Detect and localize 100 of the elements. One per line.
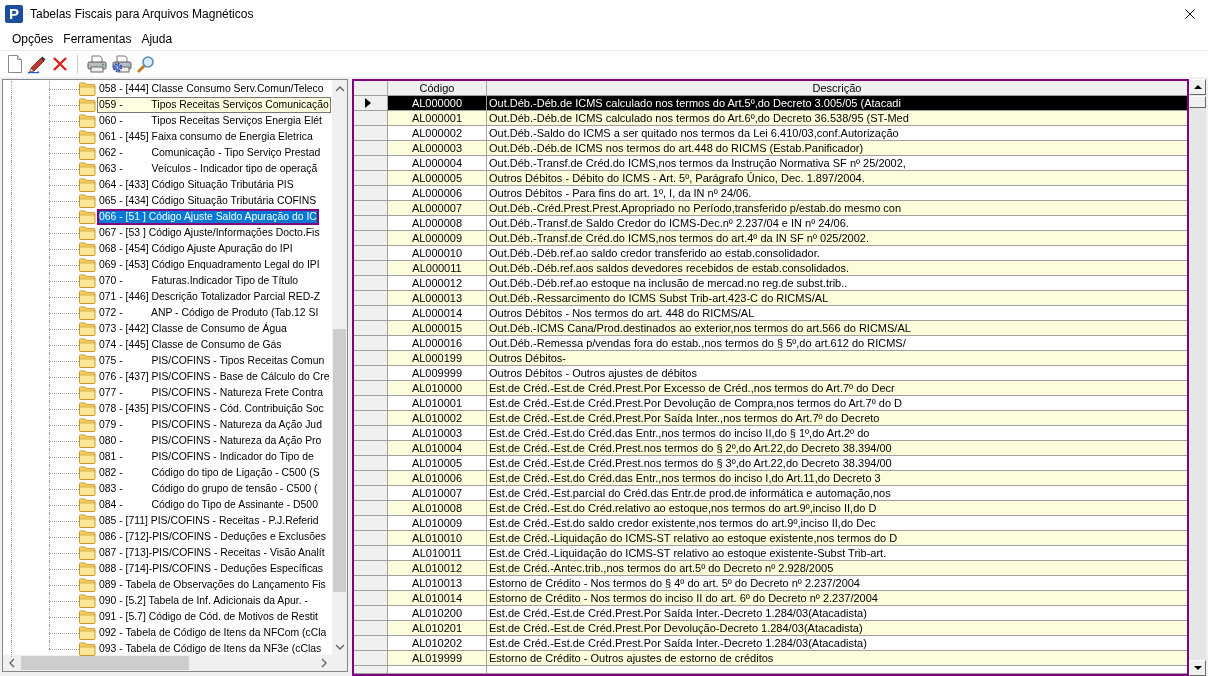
tree-item[interactable]: 085 - [711] PIS/COFINS - Receitas - P.J.Referid xyxy=(97,513,321,529)
tree-item[interactable]: 066 - [51 ] Código Ajuste Saldo Apuração do IC xyxy=(97,209,319,225)
folder-icon xyxy=(79,530,96,544)
table-cell: Est.de Créd.-Antec.trib.,nos termos do art.5º do Decreto nº 2.928/2005 xyxy=(487,561,1187,576)
tree-item[interactable]: 089 - Tabela de Observações do Lançamento Fis xyxy=(97,577,328,593)
tree-item[interactable]: 080 - PIS/COFINS - Natureza da Ação Pro xyxy=(97,433,324,449)
printer-icon[interactable] xyxy=(87,55,107,73)
scrollbar[interactable] xyxy=(1189,79,1206,676)
table-cell: AL010012 xyxy=(388,561,487,576)
tree-item[interactable]: 059 - Tipos Receitas Serviços Comunicação xyxy=(97,97,331,113)
window-title: Tabelas Fiscais para Arquivos Magnéticos xyxy=(30,7,255,21)
tree-item[interactable]: 084 - Código do Tipo de Assinante - D500 xyxy=(97,497,320,513)
folder-icon xyxy=(79,162,96,176)
tree-item[interactable]: 076 - [437] PIS/COFINS - Base de Cálculo do Cre xyxy=(97,369,332,385)
tree-item[interactable]: 081 - PIS/COFINS - Indicador do Tipo de xyxy=(97,449,316,465)
table-cell: AL000013 xyxy=(388,291,487,306)
folder-icon xyxy=(79,386,96,400)
table-cell: Outros Débitos- xyxy=(487,351,1187,366)
table-cell: Est.de Créd.-Est.de Créd.Prest.Por Saída Inter.,nos termos do Art.7º do Decreto xyxy=(487,411,1187,426)
chevron-down-icon[interactable] xyxy=(334,642,345,651)
menu-item[interactable]: Opções xyxy=(7,30,59,48)
table-cell: AL010002 xyxy=(388,411,487,426)
tree-item[interactable]: 083 - Código do grupo de tensão - C500 ( xyxy=(97,481,320,497)
triangle-up-icon[interactable] xyxy=(1193,84,1202,90)
menu-item[interactable]: Ajuda xyxy=(136,30,178,48)
scrollbar[interactable] xyxy=(332,80,347,655)
folder-icon xyxy=(79,594,96,608)
folder-icon xyxy=(79,322,96,336)
row-pointer-icon xyxy=(365,98,371,108)
tree-item[interactable]: 067 - [53 ] Código Ajuste/Informações Docto.Fis xyxy=(97,225,322,241)
scrollbar-thumb[interactable] xyxy=(1189,96,1206,108)
app-logo: P xyxy=(5,5,23,23)
scrollbar-thumb[interactable] xyxy=(333,329,346,592)
tree-item[interactable]: 072 - ANP - Código de Produto (Tab.12 SI xyxy=(97,305,321,321)
tree-item[interactable]: 070 - Faturas.Indicador Tipo de Título xyxy=(97,273,301,289)
cross-icon[interactable] xyxy=(52,56,68,72)
tree-item[interactable]: 090 - [5.2] Tabela de Inf. Adicionais da Apur. - xyxy=(97,593,310,609)
chevron-up-icon[interactable] xyxy=(334,84,345,93)
tree-item[interactable]: 064 - [433] Código Situação Tributária PIS xyxy=(97,177,296,193)
tree-item[interactable]: 082 - Código do tipo de Ligação - C500 (S xyxy=(97,465,322,481)
tree-item[interactable]: 065 - [434] Código Situação Tributária COFINS xyxy=(97,193,319,209)
tree-item[interactable]: 087 - [713]-PIS/COFINS - Receitas - Visão Analít xyxy=(97,545,327,561)
chevron-left-icon[interactable] xyxy=(7,658,16,668)
search-icon[interactable] xyxy=(137,55,155,73)
tree-item[interactable]: 093 - Tabela de Código de Itens da NF3e (cClas xyxy=(97,641,324,657)
folder-icon xyxy=(79,146,96,160)
folder-icon xyxy=(79,578,96,592)
folder-icon xyxy=(79,194,96,208)
folder-icon xyxy=(79,450,96,464)
tree-item[interactable]: 086 - [712]-PIS/COFINS - Deduções e Exclusões xyxy=(97,529,328,545)
table-cell: Out.Déb.-Déb.de ICMS calculado nos termos do Art.5º,do Decreto 3.005/05 (Atacadi xyxy=(487,96,1187,111)
tree-item[interactable]: 071 - [446] Descrição Totalizador Parcial RED-Z xyxy=(97,289,322,305)
tree-item[interactable]: 063 - Veículos - Indicador tipo de operaçã xyxy=(97,161,320,177)
tree-item[interactable]: 077 - PIS/COFINS - Natureza Frete Contra xyxy=(97,385,326,401)
tree-item[interactable]: 058 - [444] Classe Consumo Serv.Comun/Teleco xyxy=(97,81,326,97)
table-cell: Out.Déb.-Ressarcimento do ICMS Subst Trib-art.423-C do RICMS/AL xyxy=(487,291,1187,306)
folder-icon xyxy=(79,258,96,272)
folder-icon xyxy=(79,642,96,656)
folder-icon xyxy=(79,226,96,240)
tree-item[interactable]: 075 - PIS/COFINS - Tipos Receitas Comun xyxy=(97,353,327,369)
row-indicator[interactable] xyxy=(354,96,388,111)
tree-item[interactable]: 088 - [714]-PIS/COFINS - Deduções Específicas xyxy=(97,561,326,577)
tree-item[interactable]: 060 - Tipos Receitas Serviços Energia Elét xyxy=(97,113,324,129)
table-cell: Est.de Créd.-Est.do Créd.das Entr.,nos termos do inciso I,do Art.11,do Decreto 3 xyxy=(487,471,1187,486)
new-document-icon[interactable] xyxy=(8,55,22,73)
table-cell: Estorno de Crédito - Nos termos do inciso II do art. 6º do Decreto nº 2.237/2004 xyxy=(487,591,1187,606)
table-cell: Estorno de Crédito - Outros ajustes de estorno de créditos xyxy=(487,651,1187,666)
folder-icon xyxy=(79,306,96,320)
scrollbar-thumb[interactable] xyxy=(21,656,189,670)
tree-item[interactable]: 092 - Tabela de Código de Itens da NFCom (cCla xyxy=(97,625,329,641)
chevron-right-icon[interactable] xyxy=(319,658,328,668)
tree-item[interactable]: 074 - [445] Classe de Consumo de Gás xyxy=(97,337,284,353)
grid-corner xyxy=(354,81,388,96)
folder-icon xyxy=(79,562,96,576)
menu-item[interactable]: Ferramentas xyxy=(58,30,137,48)
folder-icon xyxy=(79,434,96,448)
table-cell: Est.de Créd.-Liquidação do ICMS-ST relativo ao estoque existente,nos termos do D xyxy=(487,531,1187,546)
tree-item[interactable]: 073 - [442] Classe de Consumo de Água xyxy=(97,321,289,337)
triangle-down-icon[interactable] xyxy=(1193,665,1202,671)
tree-item[interactable]: 079 - PIS/COFINS - Natureza da Ação Jud xyxy=(97,417,324,433)
table-cell: Out.Déb.-Transf.de Créd.do ICMS,nos termos do art.4º da IN SF nº 025/2002. xyxy=(487,231,1187,246)
tree-item[interactable]: 069 - [453] Código Enquadramento Legal do IPI xyxy=(97,257,322,273)
table-cell: AL010201 xyxy=(388,621,487,636)
pencil-icon[interactable] xyxy=(27,54,47,74)
printer-gear-icon[interactable] xyxy=(112,55,132,73)
table-cell: Out.Déb.-Déb.ref.aos saldos devedores recebidos de estab.consolidados. xyxy=(487,261,1187,276)
column-header[interactable]: Descrição xyxy=(487,81,1187,96)
folder-icon xyxy=(79,98,96,112)
tree-item[interactable]: 068 - [454] Código Ajuste Apuração do IPI xyxy=(97,241,295,257)
column-header[interactable]: Código xyxy=(388,81,487,96)
tree-item[interactable]: 062 - Comunicação - Tipo Serviço Prestad xyxy=(97,145,323,161)
folder-icon xyxy=(79,514,96,528)
tree-item[interactable]: 061 - [445] Faixa consumo de Energia Eletrica xyxy=(97,129,315,145)
tree-item[interactable]: 091 - [5.7] Código de Cód. de Motivos de Restit xyxy=(97,609,320,625)
table-cell: Out.Déb.-Déb.de ICMS calculado nos termos do Art.6º,do Decreto 36.538/95 (ST-Med xyxy=(487,111,1187,126)
table-cell: AL000000 xyxy=(388,96,487,111)
table-cell: Out.Déb.-Déb.de ICMS nos termos do art.448 do RICMS (Estab.Panificador) xyxy=(487,141,1187,156)
tree-item[interactable]: 078 - [435] PIS/COFINS - Cód. Contribuição Soc xyxy=(97,401,326,417)
table-cell: AL000015 xyxy=(388,321,487,336)
table-cell: Out.Déb.-ICMS Cana/Prod.destinados ao exterior,nos termos do art.566 do RICMS/AL xyxy=(487,321,1187,336)
